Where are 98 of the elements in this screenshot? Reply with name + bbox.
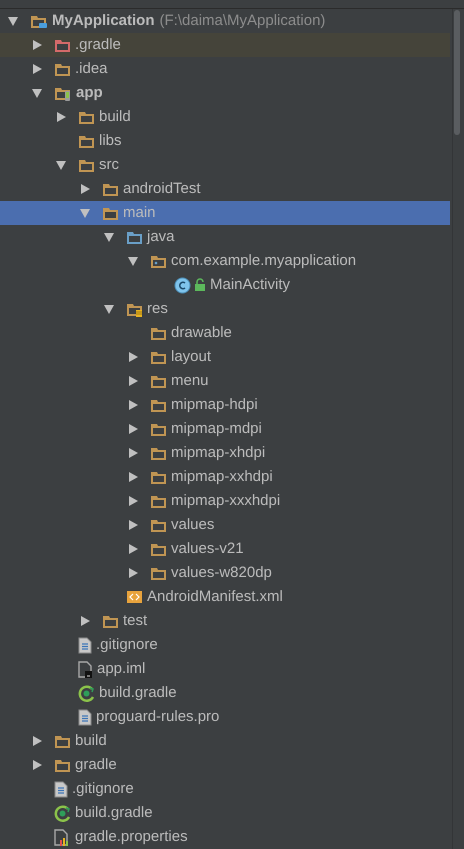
expanded-arrow-icon[interactable]: [7, 15, 19, 27]
collapsed-arrow-icon[interactable]: [79, 183, 91, 195]
file-icon: [78, 660, 93, 678]
collapsed-arrow-icon[interactable]: [127, 495, 139, 507]
folder-icon: [150, 445, 167, 461]
folder-icon: [102, 613, 119, 629]
item-label: build.gradle: [99, 682, 177, 703]
xml-file-icon: [126, 589, 143, 605]
collapsed-arrow-icon[interactable]: [127, 471, 139, 483]
resource-folder-icon: [126, 301, 143, 317]
collapsed-arrow-icon[interactable]: [127, 351, 139, 363]
collapsed-arrow-icon[interactable]: [127, 567, 139, 579]
item-label: drawable: [171, 322, 232, 343]
folder-icon: [102, 205, 119, 221]
item-label: values-w820dp: [171, 562, 272, 583]
collapsed-arrow-icon[interactable]: [55, 111, 67, 123]
item-label: build.gradle: [75, 802, 153, 823]
expanded-arrow-icon[interactable]: [79, 207, 91, 219]
item-label: main: [123, 202, 156, 223]
item-label: AndroidManifest.xml: [147, 586, 283, 607]
expanded-arrow-icon[interactable]: [103, 303, 115, 315]
item-label: build: [99, 106, 131, 127]
item-label: mipmap-xhdpi: [171, 442, 266, 463]
item-label: androidTest: [123, 178, 201, 199]
collapsed-arrow-icon[interactable]: [127, 543, 139, 555]
folder-icon: [54, 733, 71, 749]
item-label: mipmap-xxhdpi: [171, 466, 273, 487]
collapsed-arrow-icon[interactable]: [127, 399, 139, 411]
project-path: (F:\daima\MyApplication): [160, 10, 326, 31]
collapsed-arrow-icon[interactable]: [31, 735, 43, 747]
lock-icon: [194, 278, 206, 292]
expanded-arrow-icon[interactable]: [127, 255, 139, 267]
package-icon: [150, 253, 167, 269]
folder-icon: [150, 349, 167, 365]
folder-icon: [150, 469, 167, 485]
item-label: res: [147, 298, 168, 319]
item-label: MyApplication: [52, 10, 155, 31]
text-file-icon: [78, 708, 92, 726]
item-label: java: [147, 226, 175, 247]
folder-icon: [150, 517, 167, 533]
item-label: test: [123, 610, 148, 631]
expanded-arrow-icon[interactable]: [31, 87, 43, 99]
collapsed-arrow-icon[interactable]: [127, 447, 139, 459]
folder-icon: [102, 181, 119, 197]
gradle-icon: [78, 684, 95, 702]
folder-icon: [150, 565, 167, 581]
expanded-arrow-icon[interactable]: [103, 231, 115, 243]
item-label: proguard-rules.pro: [96, 706, 220, 727]
item-label: layout: [171, 346, 212, 367]
folder-icon: [54, 37, 71, 53]
item-label: build: [75, 730, 107, 751]
item-label: .gitignore: [96, 634, 158, 655]
collapsed-arrow-icon[interactable]: [31, 63, 43, 75]
folder-icon: [78, 133, 95, 149]
item-label: MainActivity: [210, 274, 290, 295]
item-label: mipmap-hdpi: [171, 394, 258, 415]
collapsed-arrow-icon[interactable]: [79, 615, 91, 627]
folder-icon: [54, 757, 71, 773]
item-label: values: [171, 514, 214, 535]
text-file-icon: [54, 780, 68, 798]
collapsed-arrow-icon[interactable]: [127, 375, 139, 387]
folder-icon: [150, 493, 167, 509]
collapsed-arrow-icon[interactable]: [127, 519, 139, 531]
gradle-icon: [54, 804, 71, 822]
item-label: mipmap-mdpi: [171, 418, 262, 439]
folder-icon: [78, 157, 95, 173]
folder-icon: [150, 541, 167, 557]
collapsed-arrow-icon[interactable]: [127, 423, 139, 435]
folder-icon: [54, 61, 71, 77]
class-icon: [174, 276, 191, 294]
expanded-arrow-icon[interactable]: [55, 159, 67, 171]
folder-icon: [126, 229, 143, 245]
item-label: gradle.properties: [75, 826, 188, 847]
module-icon: [54, 85, 72, 101]
folder-icon: [150, 325, 167, 341]
item-label: mipmap-xxxhdpi: [171, 490, 280, 511]
folder-icon: [150, 373, 167, 389]
folder-icon: [150, 397, 167, 413]
item-label: .gitignore: [72, 778, 134, 799]
collapsed-arrow-icon[interactable]: [31, 39, 43, 51]
module-icon: [30, 13, 48, 29]
text-file-icon: [78, 636, 92, 654]
collapsed-arrow-icon[interactable]: [31, 759, 43, 771]
folder-icon: [150, 421, 167, 437]
scrollbar-thumb[interactable]: [454, 10, 460, 135]
item-label: src: [99, 154, 119, 175]
item-label: menu: [171, 370, 209, 391]
item-label: gradle: [75, 754, 117, 775]
folder-icon: [78, 109, 95, 125]
properties-file-icon: [54, 828, 71, 846]
item-label: app: [76, 82, 103, 103]
item-label: libs: [99, 130, 122, 151]
item-label: .gradle: [75, 34, 121, 55]
tree-row[interactable]: .gradle: [0, 33, 450, 57]
item-label: app.iml: [97, 658, 146, 679]
item-label: values-v21: [171, 538, 244, 559]
item-label: .idea: [75, 58, 108, 79]
item-label: com.example.myapplication: [171, 250, 356, 271]
